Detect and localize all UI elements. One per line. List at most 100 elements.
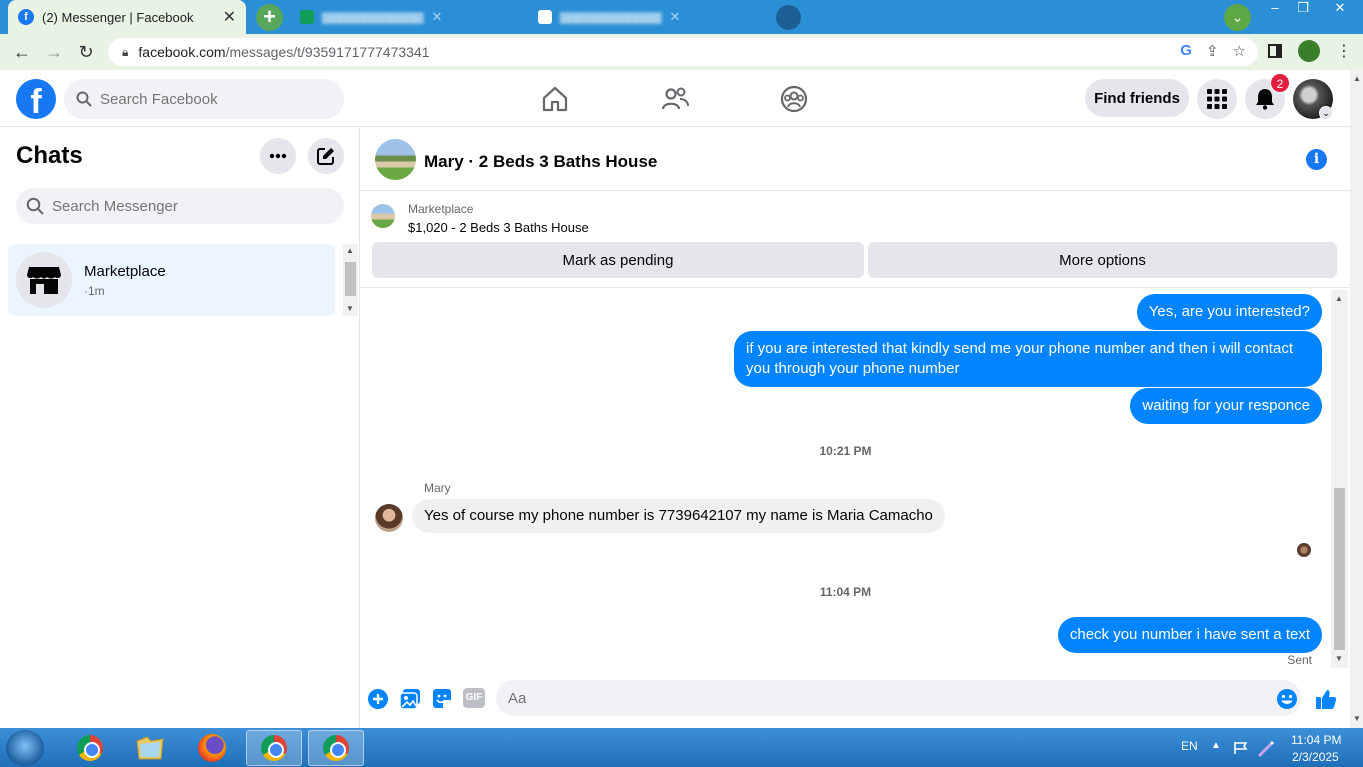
scroll-down-icon[interactable]: ▼ bbox=[1335, 654, 1343, 663]
back-arrow-icon[interactable]: ← bbox=[6, 42, 38, 63]
marketplace-label: Marketplace bbox=[408, 202, 474, 216]
scroll-up-icon[interactable]: ▲ bbox=[1353, 74, 1361, 83]
page-scrollbar[interactable]: ▲ ▼ bbox=[1350, 70, 1363, 728]
marketplace-store-icon bbox=[27, 267, 61, 294]
pen-tray-icon[interactable] bbox=[1256, 739, 1274, 757]
incoming-message[interactable]: Yes of course my phone number is 7739642… bbox=[412, 499, 945, 533]
sender-avatar[interactable] bbox=[375, 504, 403, 532]
outgoing-message[interactable]: Yes, are you interested? bbox=[1136, 294, 1322, 330]
share-icon[interactable]: ⇪ bbox=[1206, 42, 1219, 60]
start-button[interactable] bbox=[6, 730, 44, 766]
account-chevron-icon[interactable]: ⌄ bbox=[1319, 106, 1333, 120]
reload-icon[interactable]: ↻ bbox=[70, 42, 102, 63]
listing-title[interactable]: $1,020 - 2 Beds 3 Baths House bbox=[408, 220, 589, 235]
url-host: facebook.com bbox=[138, 44, 226, 60]
facebook-favicon-icon: f bbox=[18, 9, 34, 25]
gif-icon[interactable]: GIF bbox=[463, 688, 485, 708]
maximize-icon[interactable]: ❐ bbox=[1288, 0, 1318, 18]
scroll-down-icon[interactable]: ▼ bbox=[346, 304, 354, 313]
mark-as-pending-button[interactable]: Mark as pending bbox=[372, 242, 864, 278]
menu-button[interactable] bbox=[1197, 79, 1237, 119]
close-tab-icon[interactable]: ✕ bbox=[223, 7, 236, 27]
scroll-up-icon[interactable]: ▲ bbox=[346, 246, 354, 255]
browser-menu-icon[interactable]: ⋮ bbox=[1336, 41, 1352, 61]
chat-list-item[interactable]: Marketplace ·1m bbox=[8, 244, 335, 316]
taskbar-chrome-window-1[interactable] bbox=[246, 730, 302, 766]
emoji-icon[interactable] bbox=[1276, 688, 1298, 710]
facebook-search-input[interactable] bbox=[100, 90, 320, 108]
friends-icon[interactable] bbox=[660, 84, 690, 114]
facebook-logo-icon[interactable]: f bbox=[16, 79, 56, 119]
close-tab-icon[interactable]: ✕ bbox=[670, 9, 681, 25]
chrome-icon bbox=[261, 735, 287, 761]
compose-icon bbox=[317, 148, 334, 165]
facebook-header: f Find friends 2 ⌄ bbox=[0, 70, 1350, 127]
find-friends-button[interactable]: Find friends bbox=[1085, 79, 1189, 117]
facebook-search[interactable] bbox=[64, 79, 344, 119]
clock-date[interactable]: 2/3/2025 bbox=[1292, 750, 1339, 764]
close-tab-icon[interactable]: ✕ bbox=[432, 9, 443, 25]
messenger-search[interactable] bbox=[16, 188, 344, 224]
photo-icon[interactable] bbox=[399, 688, 421, 710]
blurred-tab-title: ▇▇▇▇▇▇▇▇▇▇▇▇ bbox=[322, 11, 424, 24]
marketplace-listing-banner: Marketplace $1,020 - 2 Beds 3 Baths Hous… bbox=[361, 192, 1350, 288]
grid-menu-icon bbox=[1207, 89, 1227, 109]
messenger-search-input[interactable] bbox=[52, 197, 272, 215]
scroll-thumb[interactable] bbox=[345, 262, 356, 296]
side-panel-icon[interactable] bbox=[1268, 44, 1282, 58]
tab-background-1[interactable]: ▇▇▇▇▇▇▇▇▇▇▇▇ ✕ bbox=[292, 6, 522, 28]
window-close-icon[interactable]: ✕ bbox=[1322, 0, 1358, 18]
outgoing-message[interactable]: waiting for your responce bbox=[1130, 388, 1322, 424]
groups-icon[interactable] bbox=[779, 84, 809, 114]
clock-time[interactable]: 11:04 PM bbox=[1291, 733, 1341, 747]
forward-arrow-icon[interactable]: → bbox=[38, 42, 70, 63]
new-tab-button[interactable]: + bbox=[256, 4, 283, 31]
search-icon bbox=[26, 197, 44, 215]
chrome-icon bbox=[323, 735, 349, 761]
message-input-box[interactable] bbox=[496, 680, 1301, 716]
chats-options-button[interactable] bbox=[260, 138, 296, 174]
conversation-scrollbar[interactable]: ▲ ▼ bbox=[1331, 290, 1348, 668]
home-icon[interactable] bbox=[540, 84, 570, 114]
firefox-icon bbox=[198, 734, 226, 762]
action-center-flag-icon[interactable] bbox=[1233, 741, 1249, 755]
conversation-avatar[interactable] bbox=[375, 139, 416, 180]
outgoing-message[interactable]: if you are interested that kindly send m… bbox=[734, 331, 1322, 387]
scroll-up-icon[interactable]: ▲ bbox=[1335, 294, 1343, 303]
tab-background-2[interactable]: ▇▇▇▇▇▇▇▇▇▇▇▇ ✕ bbox=[530, 6, 766, 28]
info-icon[interactable]: i bbox=[1306, 149, 1327, 170]
minimize-icon[interactable]: ‒ bbox=[1260, 0, 1290, 18]
listing-thumbnail[interactable] bbox=[371, 204, 395, 228]
taskbar-explorer[interactable] bbox=[122, 730, 178, 766]
browser-profile-avatar[interactable] bbox=[1298, 40, 1320, 62]
url-bar[interactable]: 🔒︎ facebook.com/messages/t/9359171777473… bbox=[108, 38, 1258, 66]
more-options-button[interactable]: More options bbox=[868, 242, 1337, 278]
sent-status: Sent bbox=[1287, 653, 1312, 667]
scroll-down-icon[interactable]: ▼ bbox=[1353, 714, 1361, 723]
show-hidden-icons-icon[interactable]: ▲ bbox=[1211, 740, 1221, 751]
sticker-icon[interactable] bbox=[431, 688, 453, 710]
new-message-button[interactable] bbox=[308, 138, 344, 174]
tab-search-chevron-icon[interactable]: ⌄ bbox=[1224, 4, 1251, 31]
bookmark-star-icon[interactable]: ☆ bbox=[1233, 42, 1246, 60]
taskbar-chrome-window-2[interactable] bbox=[308, 730, 364, 766]
read-receipt-avatar bbox=[1297, 543, 1311, 557]
outgoing-message[interactable]: check you number i have sent a text bbox=[1057, 617, 1322, 653]
page-favicon-icon bbox=[538, 10, 552, 24]
search-icon bbox=[76, 91, 92, 107]
message-timestamp: 10:21 PM bbox=[819, 444, 872, 458]
tab-overflow-button[interactable] bbox=[776, 5, 801, 30]
chats-sidebar: Chats Marketplace ·1m ▲ ▼ bbox=[0, 128, 360, 728]
conversation-title[interactable]: Mary · 2 Beds 3 Baths House bbox=[424, 152, 657, 172]
scroll-thumb[interactable] bbox=[1334, 488, 1345, 650]
chat-list-scrollbar[interactable]: ▲ ▼ bbox=[343, 244, 358, 316]
taskbar-chrome[interactable] bbox=[62, 730, 118, 766]
url-text: facebook.com/messages/t/9359171777473341 bbox=[138, 44, 429, 60]
plus-circle-icon[interactable] bbox=[367, 688, 389, 710]
language-indicator[interactable]: EN bbox=[1181, 739, 1198, 753]
message-input[interactable] bbox=[508, 689, 1248, 707]
google-icon[interactable]: G bbox=[1180, 42, 1192, 60]
taskbar-firefox[interactable] bbox=[184, 730, 240, 766]
thumbs-up-icon[interactable] bbox=[1315, 688, 1337, 710]
tab-messenger[interactable]: f (2) Messenger | Facebook ✕ bbox=[8, 0, 246, 34]
